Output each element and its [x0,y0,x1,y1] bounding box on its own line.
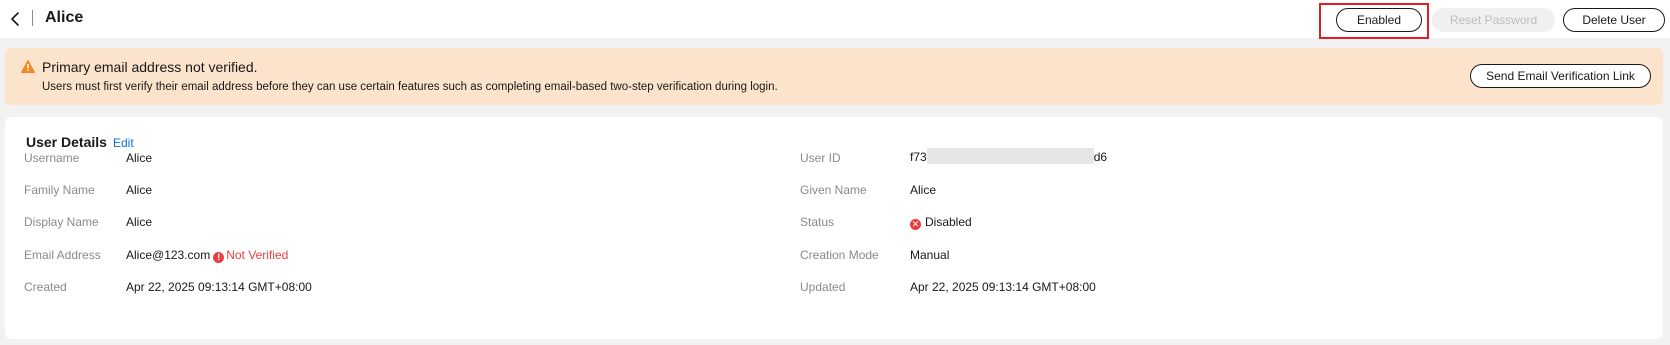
back-arrow-icon [11,12,19,26]
banner-description: Users must first verify their email addr… [42,81,778,93]
email-field: Alice@123.com! Not Verified [126,248,288,263]
edit-link[interactable]: Edit [113,136,134,150]
username-label: Username [24,151,80,165]
back-button[interactable] [6,9,26,29]
username-value: Alice [126,151,153,165]
creation-mode-value: Manual [910,248,950,262]
family-name-label: Family Name [24,183,95,197]
created-label: Created [24,280,67,294]
enabled-button[interactable]: Enabled [1336,8,1422,32]
user-id-suffix: d6 [1093,150,1108,164]
not-verified-badge: Not Verified [226,248,289,262]
creation-mode-label: Creation Mode [800,248,879,262]
user-details-card: User Details Edit Username Alice Family … [5,117,1663,339]
email-label: Email Address [24,248,101,262]
email-value: Alice@123.com [126,248,211,262]
status-label: Status [800,215,835,229]
header-divider [32,10,33,26]
page-header: Alice Enabled Reset Password Delete User [0,0,1670,38]
error-circle-icon: ! [213,252,225,263]
user-id-label: User ID [800,151,841,165]
user-id-prefix: f73 [910,150,927,164]
created-value: Apr 22, 2025 09:13:14 GMT+08:00 [126,280,312,294]
updated-value: Apr 22, 2025 09:13:14 GMT+08:00 [910,280,1096,294]
redacted-block [926,148,1094,164]
family-name-value: Alice [126,183,153,197]
reset-password-button[interactable]: Reset Password [1432,8,1555,32]
page-title: Alice [45,9,84,26]
error-circle-icon: ✕ [910,219,921,230]
updated-label: Updated [800,280,846,294]
display-name-value: Alice [126,215,153,229]
given-name-value: Alice [910,183,937,197]
status-value: Disabled [925,215,972,229]
warning-icon [21,60,35,73]
given-name-label: Given Name [800,183,867,197]
user-id-value: f73 d6 [910,148,1107,164]
email-not-verified-banner: Primary email address not verified. User… [5,48,1663,105]
section-title: User Details [26,134,107,150]
send-verification-link-button[interactable]: Send Email Verification Link [1470,64,1651,88]
status-field: ✕ Disabled [910,215,972,230]
display-name-label: Display Name [24,215,99,229]
banner-title: Primary email address not verified. [42,59,258,75]
delete-user-button[interactable]: Delete User [1563,8,1665,32]
